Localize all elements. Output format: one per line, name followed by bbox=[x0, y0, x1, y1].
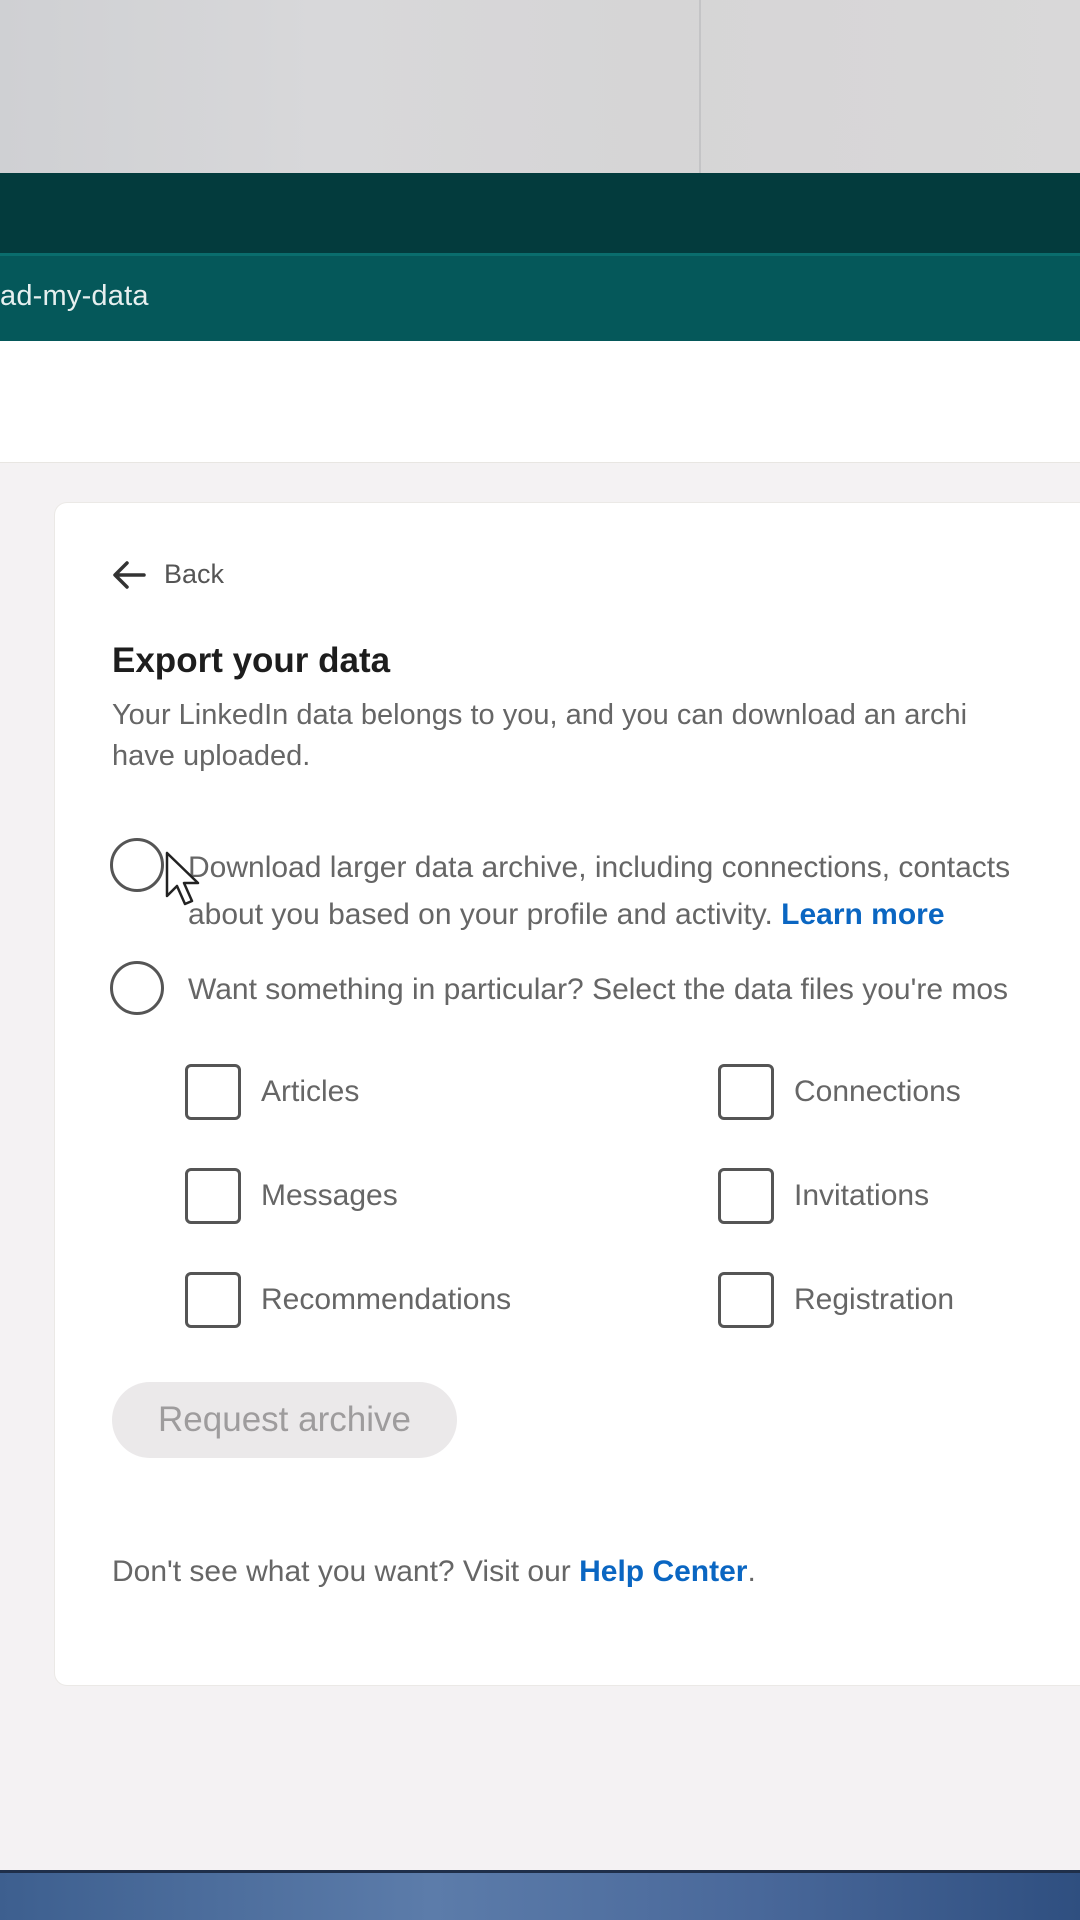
description-line-1: Your LinkedIn data belongs to you, and y… bbox=[112, 699, 968, 731]
checkbox-registration[interactable]: Registration bbox=[718, 1272, 954, 1328]
help-center-link[interactable]: Help Center bbox=[579, 1555, 747, 1588]
checkbox-box[interactable] bbox=[185, 1272, 241, 1328]
browser-address-bar[interactable]: ad-my-data bbox=[0, 253, 1080, 341]
checkbox-articles[interactable]: Articles bbox=[185, 1064, 359, 1120]
checkbox-messages[interactable]: Messages bbox=[185, 1168, 398, 1224]
help-text-prefix: Don't see what you want? Visit our bbox=[112, 1555, 580, 1588]
checkbox-recommendations[interactable]: Recommendations bbox=[185, 1272, 511, 1328]
radio-full-archive[interactable] bbox=[110, 838, 164, 892]
radio-particular-files[interactable] bbox=[110, 961, 164, 1015]
learn-more-link[interactable]: Learn more bbox=[781, 898, 944, 931]
browser-titlebar bbox=[0, 173, 1080, 253]
desktop-background bbox=[0, 0, 1080, 173]
address-url-text[interactable]: ad-my-data bbox=[0, 280, 149, 313]
help-text-suffix: . bbox=[747, 1555, 756, 1588]
checkbox-box[interactable] bbox=[718, 1168, 774, 1224]
description-line-2: have uploaded. bbox=[112, 740, 311, 772]
checkbox-box[interactable] bbox=[185, 1168, 241, 1224]
option-particular-files-text: Want something in particular? Select the… bbox=[188, 973, 1009, 1006]
checkbox-box[interactable] bbox=[718, 1272, 774, 1328]
checkbox-box[interactable] bbox=[718, 1064, 774, 1120]
checkbox-box[interactable] bbox=[185, 1064, 241, 1120]
option-full-archive-line-1: Download larger data archive, including … bbox=[188, 851, 1011, 884]
option-full-archive-line-2: about you based on your profile and acti… bbox=[188, 891, 945, 939]
checkbox-connections[interactable]: Connections bbox=[718, 1064, 961, 1120]
back-button[interactable]: Back bbox=[112, 559, 224, 590]
checkbox-label-recommendations: Recommendations bbox=[261, 1283, 512, 1316]
checkbox-label-invitations: Invitations bbox=[794, 1179, 930, 1212]
page-header bbox=[0, 341, 1080, 463]
help-text: Don't see what you want? Visit our Help … bbox=[112, 1555, 756, 1589]
request-archive-button[interactable]: Request archive bbox=[112, 1382, 457, 1458]
window-divider bbox=[699, 0, 701, 173]
export-data-card: Back Export your data Your LinkedIn data… bbox=[55, 503, 1080, 1685]
option-full-archive-line-2-text: about you based on your profile and acti… bbox=[188, 898, 773, 931]
back-label: Back bbox=[164, 559, 225, 589]
checkbox-label-connections: Connections bbox=[794, 1075, 961, 1108]
checkbox-label-articles: Articles bbox=[261, 1075, 360, 1108]
taskbar-border bbox=[0, 1870, 1080, 1873]
page-title: Export your data bbox=[112, 641, 391, 680]
page-description: Your LinkedIn data belongs to you, and y… bbox=[112, 695, 1080, 777]
checkbox-label-registration: Registration bbox=[794, 1283, 955, 1316]
taskbar bbox=[0, 1870, 1080, 1920]
back-arrow-icon bbox=[113, 560, 146, 589]
checkbox-invitations[interactable]: Invitations bbox=[718, 1168, 929, 1224]
mouse-pointer-icon bbox=[165, 851, 200, 906]
checkbox-label-messages: Messages bbox=[261, 1179, 398, 1212]
